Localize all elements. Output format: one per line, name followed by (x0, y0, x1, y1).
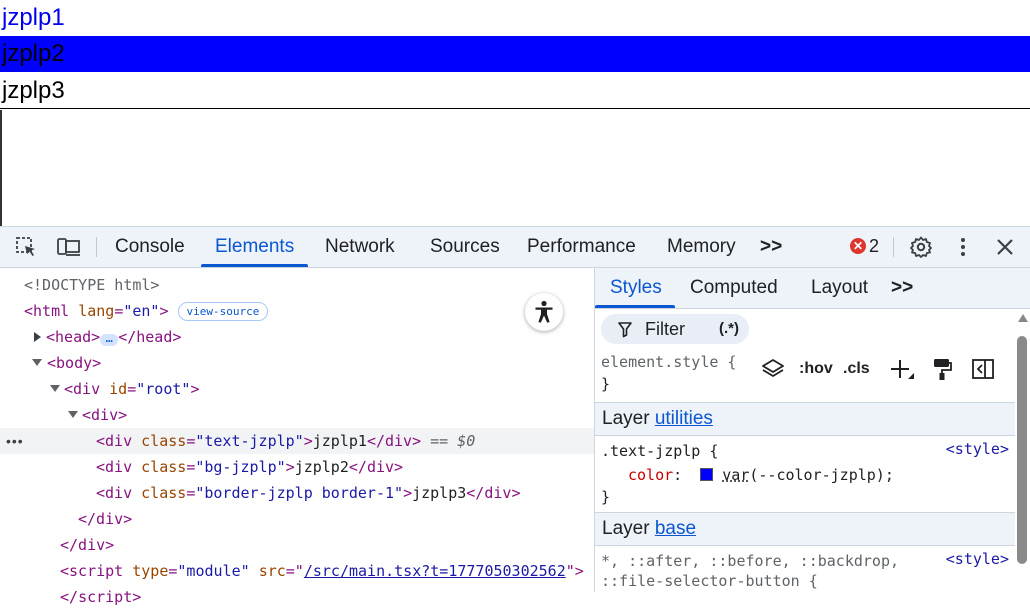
color-swatch[interactable] (700, 468, 714, 481)
div-close-tag[interactable]: </div> (0, 506, 594, 532)
styles-scrollbar[interactable] (1016, 314, 1028, 592)
tab-performance[interactable]: Performance (527, 227, 636, 267)
html-node[interactable]: <html lang="en"> view-source (0, 298, 594, 324)
layer-base-header: Layer base (595, 512, 1015, 546)
kebab-menu-icon[interactable] (951, 235, 975, 259)
rule-source-link[interactable]: <style> (946, 550, 1009, 568)
color-declaration[interactable]: color: var(--color-jzplp); (628, 464, 894, 486)
device-toolbar-icon[interactable] (56, 235, 80, 259)
more-tabs-chevron-icon[interactable]: >> (891, 268, 913, 308)
layer-utilities-link[interactable]: utilities (655, 408, 713, 429)
styles-filter-bar: Filter (.*) :hov .cls (595, 309, 1015, 380)
collapse-triangle-icon[interactable] (32, 359, 42, 366)
tab-layout[interactable]: Layout (811, 268, 868, 308)
script-node[interactable]: <script type="module" src="/src/main.tsx… (0, 558, 594, 584)
tab-elements[interactable]: Elements (215, 227, 294, 267)
accessibility-person-icon (535, 300, 553, 323)
tab-computed[interactable]: Computed (690, 268, 778, 308)
tab-styles[interactable]: Styles (610, 268, 662, 308)
div-border-jzplp[interactable]: <div class="border-jzplp border-1">jzplp… (0, 480, 594, 506)
tab-sources[interactable]: Sources (430, 227, 500, 267)
page-viewport: jzplp1 jzplp2 jzplp3 (0, 0, 1030, 226)
inspect-element-icon[interactable] (14, 235, 38, 259)
body-node[interactable]: <body> (0, 350, 594, 376)
sidebar-tabs: Styles Computed Layout >> (595, 268, 1030, 309)
scroll-thumb[interactable] (1017, 336, 1027, 564)
text-jzplp-rule: .text-jzplp { <style> color: var(--color… (601, 440, 1009, 506)
collapsed-ellipsis[interactable]: … (100, 332, 119, 346)
accessibility-tree-button[interactable] (525, 293, 563, 331)
more-tabs-chevron-icon[interactable]: >> (760, 227, 782, 267)
text-jzplp-line: jzplp1 (2, 4, 65, 31)
div-bg-jzplp[interactable]: <div class="bg-jzplp">jzplp2</div> (0, 454, 594, 480)
error-icon: ✕ (850, 238, 866, 254)
view-source-button[interactable]: view-source (177, 302, 269, 321)
tab-network[interactable]: Network (325, 227, 395, 267)
doctype-line[interactable]: <!DOCTYPE html> (0, 272, 594, 298)
universal-rule: *, ::after, ::before, ::backdrop, <style… (601, 550, 1009, 590)
script-src-link[interactable]: /src/main.tsx?t=1777050302562 (304, 562, 566, 580)
rule-source-link[interactable]: <style> (946, 440, 1009, 458)
error-count: 2 (869, 236, 880, 256)
toolbar-separator (893, 237, 894, 257)
div-node[interactable]: <div> (0, 402, 594, 428)
bg-jzplp-line: jzplp2 (0, 36, 1030, 72)
error-counter[interactable]: ✕ 2 (850, 236, 879, 257)
active-tab-indicator (595, 305, 675, 308)
root-close-tag[interactable]: </div> (0, 532, 594, 558)
layer-base-link[interactable]: base (655, 518, 696, 539)
viewport-edge (0, 110, 2, 226)
tab-console[interactable]: Console (115, 227, 185, 267)
layer-utilities-header: Layer utilities (595, 402, 1015, 436)
elements-dom-tree: <!DOCTYPE html> <html lang="en"> view-so… (0, 268, 594, 606)
border-jzplp-line: jzplp3 (0, 73, 1030, 109)
selected-div-text-jzplp[interactable]: ••• <div class="text-jzplp">jzplp1</div> … (0, 428, 594, 454)
tab-memory[interactable]: Memory (667, 227, 736, 267)
regex-toggle[interactable]: (.*) (719, 314, 739, 344)
script-close-tag[interactable]: </script> (0, 584, 594, 610)
node-actions-dots[interactable]: ••• (6, 428, 24, 454)
styles-pane: Styles Computed Layout >> Filter (.*) :h… (595, 268, 1030, 592)
head-node[interactable]: <head>… </head> (0, 324, 594, 350)
devtools-toolbar: Console Elements Network Sources Perform… (0, 227, 1030, 268)
close-icon[interactable] (993, 235, 1017, 259)
root-div-node[interactable]: <div id="root"> (0, 376, 594, 402)
rule-selector[interactable]: .text-jzplp { (601, 440, 718, 462)
devtools-panel: Console Elements Network Sources Perform… (0, 226, 1030, 606)
toolbar-separator (96, 237, 97, 257)
filter-input[interactable]: Filter (.*) (601, 314, 749, 344)
scroll-up-arrow-icon[interactable] (1018, 314, 1028, 322)
settings-gear-icon[interactable] (909, 235, 933, 259)
element-style-rule: element.style { } (601, 353, 737, 393)
active-tab-indicator (201, 264, 308, 267)
collapse-triangle-icon[interactable] (50, 385, 60, 392)
expand-triangle-icon[interactable] (34, 332, 41, 342)
collapse-triangle-icon[interactable] (68, 411, 78, 418)
